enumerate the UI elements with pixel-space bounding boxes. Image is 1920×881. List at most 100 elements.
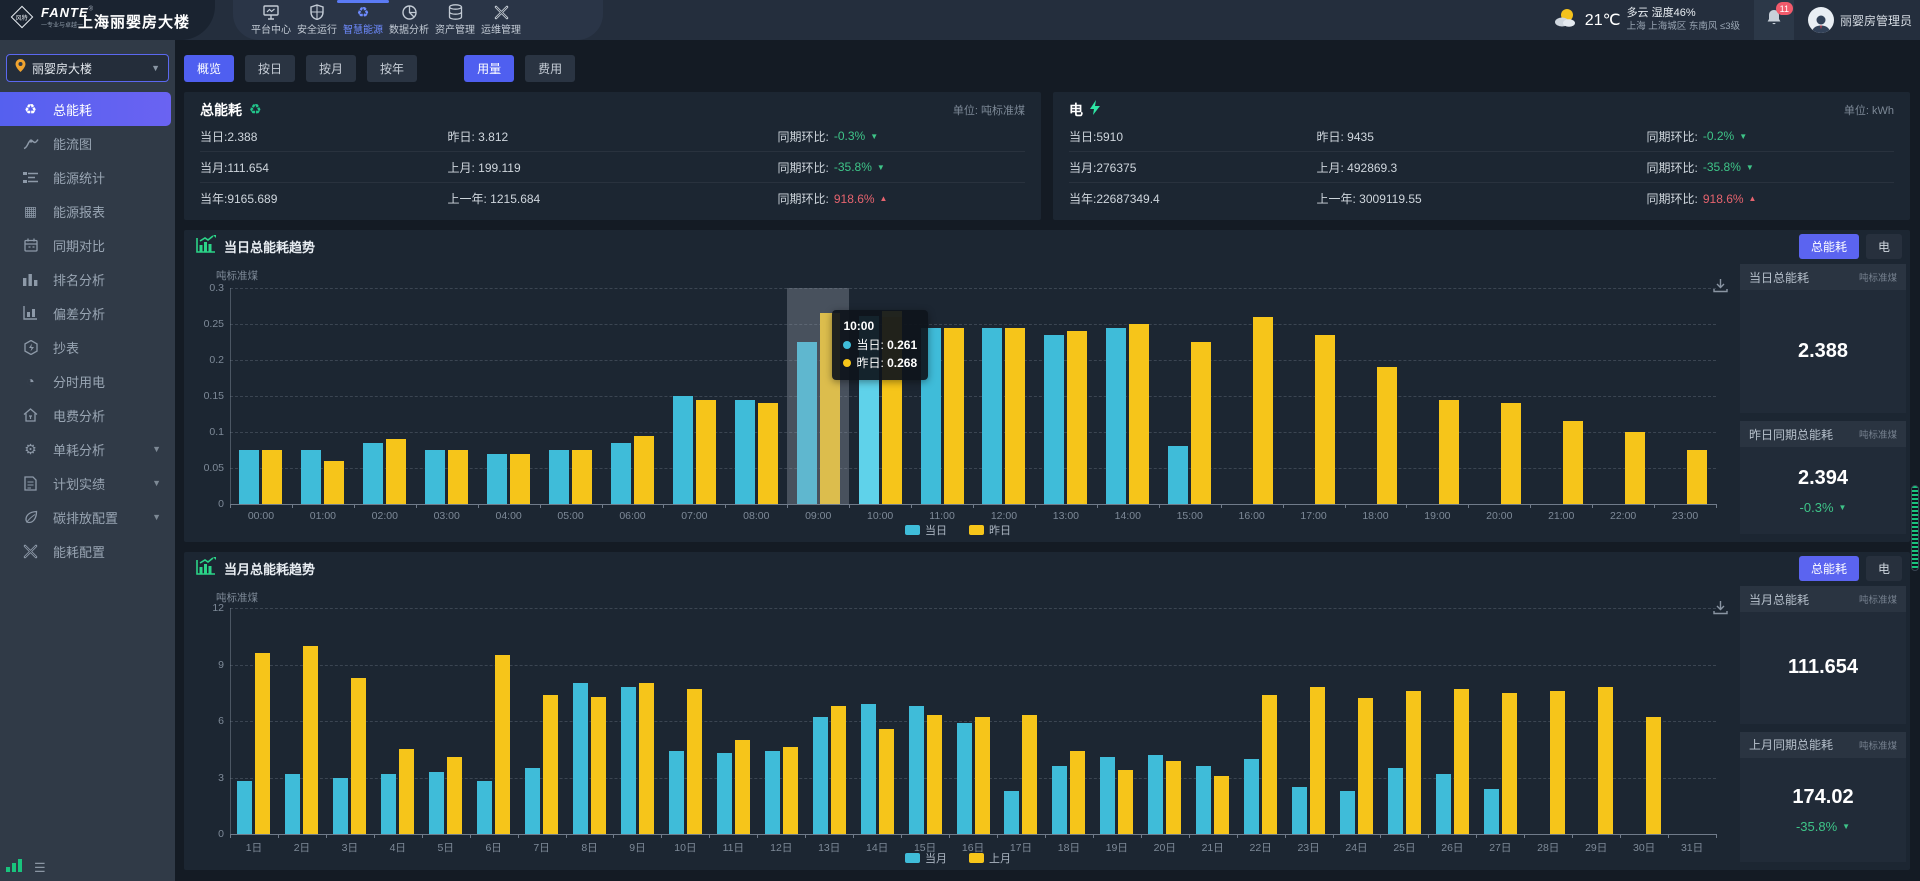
bar-当日-05:00[interactable] xyxy=(549,450,569,504)
bar-当日-12:00[interactable] xyxy=(982,328,1002,504)
bar-当月-7日[interactable] xyxy=(525,768,540,834)
bar-当月-10日[interactable] xyxy=(669,751,684,834)
bar-昨日-16:00[interactable] xyxy=(1253,317,1273,504)
section-button-总能耗[interactable]: 总能耗 xyxy=(1799,556,1859,581)
bar-上月-30日[interactable] xyxy=(1646,717,1661,834)
bar-昨日-23:00[interactable] xyxy=(1687,450,1707,504)
bar-上月-24日[interactable] xyxy=(1358,698,1373,834)
bar-上月-2日[interactable] xyxy=(303,646,318,834)
bar-当月-24日[interactable] xyxy=(1340,791,1355,834)
tab-按月[interactable]: 按月 xyxy=(306,55,356,82)
sidebar-item-能源报表[interactable]: ▦能源报表 xyxy=(0,194,175,228)
bar-昨日-15:00[interactable] xyxy=(1191,342,1211,504)
bar-上月-4日[interactable] xyxy=(399,749,414,834)
bar-昨日-12:00[interactable] xyxy=(1005,328,1025,504)
bar-上月-16日[interactable] xyxy=(975,717,990,834)
legend-item-当日[interactable]: 当日 xyxy=(905,522,947,538)
bar-当月-18日[interactable] xyxy=(1052,766,1067,834)
sidebar-item-能耗配置[interactable]: 能耗配置 xyxy=(0,534,175,568)
bar-当日-03:00[interactable] xyxy=(425,450,445,504)
bar-当月-2日[interactable] xyxy=(285,774,300,834)
bar-当月-5日[interactable] xyxy=(429,772,444,834)
bar-上月-10日[interactable] xyxy=(687,689,702,834)
bar-昨日-17:00[interactable] xyxy=(1315,335,1335,504)
bar-上月-13日[interactable] xyxy=(831,706,846,834)
bar-当日-13:00[interactable] xyxy=(1044,335,1064,504)
bar-昨日-21:00[interactable] xyxy=(1563,421,1583,504)
bar-当日-06:00[interactable] xyxy=(611,443,631,504)
bar-当月-8日[interactable] xyxy=(573,683,588,834)
bar-当月-9日[interactable] xyxy=(621,687,636,834)
bar-当日-00:00[interactable] xyxy=(239,450,259,504)
bar-昨日-07:00[interactable] xyxy=(696,400,716,504)
legend-item-上月[interactable]: 上月 xyxy=(969,850,1011,866)
bar-上月-3日[interactable] xyxy=(351,678,366,834)
green-steps-icon[interactable] xyxy=(6,858,22,877)
sidebar-item-能源统计[interactable]: 能源统计 xyxy=(0,160,175,194)
download-icon[interactable] xyxy=(1713,278,1728,298)
bar-当月-22日[interactable] xyxy=(1244,759,1259,834)
collapse-menu-icon[interactable]: ☰ xyxy=(34,860,46,876)
bar-昨日-04:00[interactable] xyxy=(510,454,530,504)
bar-上月-17日[interactable] xyxy=(1022,715,1037,834)
bar-当日-15:00[interactable] xyxy=(1168,446,1188,504)
bar-上月-12日[interactable] xyxy=(783,747,798,834)
bar-当月-15日[interactable] xyxy=(909,706,924,834)
bar-上月-8日[interactable] xyxy=(591,697,606,834)
nav-item-数据分析[interactable]: 数据分析 xyxy=(386,0,432,40)
bar-上月-22日[interactable] xyxy=(1262,695,1277,834)
bar-当日-02:00[interactable] xyxy=(363,443,383,504)
bar-昨日-22:00[interactable] xyxy=(1625,432,1645,504)
bar-昨日-06:00[interactable] xyxy=(634,436,654,504)
bar-当月-14日[interactable] xyxy=(861,704,876,834)
bar-上月-9日[interactable] xyxy=(639,683,654,834)
bar-昨日-14:00[interactable] xyxy=(1129,324,1149,504)
bar-昨日-00:00[interactable] xyxy=(262,450,282,504)
sidebar-item-偏差分析[interactable]: 偏差分析 xyxy=(0,296,175,330)
bar-当月-12日[interactable] xyxy=(765,751,780,834)
bar-上月-19日[interactable] xyxy=(1118,770,1133,834)
bar-当日-07:00[interactable] xyxy=(673,396,693,504)
chart-daily[interactable]: 吨标准煤00.050.10.150.20.250.300:0001:0002:0… xyxy=(184,262,1732,542)
bar-上月-27日[interactable] xyxy=(1502,693,1517,834)
bar-上月-5日[interactable] xyxy=(447,757,462,834)
section-button-电[interactable]: 电 xyxy=(1866,234,1902,259)
bar-上月-20日[interactable] xyxy=(1166,761,1181,834)
bar-当月-1日[interactable] xyxy=(237,781,252,834)
bar-当月-3日[interactable] xyxy=(333,778,348,835)
bar-当月-11日[interactable] xyxy=(717,753,732,834)
bar-上月-6日[interactable] xyxy=(495,655,510,834)
nav-item-资产管理[interactable]: 资产管理 xyxy=(432,0,478,40)
chart-monthly[interactable]: 吨标准煤0369121日2日3日4日5日6日7日8日9日10日11日12日13日… xyxy=(184,584,1732,870)
tab-按年[interactable]: 按年 xyxy=(367,55,417,82)
bar-昨日-05:00[interactable] xyxy=(572,450,592,504)
tab-用量[interactable]: 用量 xyxy=(464,55,514,82)
tab-概览[interactable]: 概览 xyxy=(184,55,234,82)
bar-当月-6日[interactable] xyxy=(477,781,492,834)
bar-当日-14:00[interactable] xyxy=(1106,328,1126,504)
sidebar-item-单耗分析[interactable]: ⚙单耗分析▼ xyxy=(0,432,175,466)
bar-上月-14日[interactable] xyxy=(879,729,894,834)
download-icon[interactable] xyxy=(1713,600,1728,620)
bar-昨日-18:00[interactable] xyxy=(1377,367,1397,504)
nav-item-运维管理[interactable]: 运维管理 xyxy=(478,0,524,40)
bar-昨日-11:00[interactable] xyxy=(944,328,964,504)
nav-item-智慧能源[interactable]: ♻智慧能源 xyxy=(340,0,386,40)
bar-当月-19日[interactable] xyxy=(1100,757,1115,834)
bar-上月-7日[interactable] xyxy=(543,695,558,834)
bar-当月-20日[interactable] xyxy=(1148,755,1163,834)
bar-昨日-01:00[interactable] xyxy=(324,461,344,504)
sidebar-item-电费分析[interactable]: 电费分析 xyxy=(0,398,175,432)
bar-上月-21日[interactable] xyxy=(1214,776,1229,834)
bar-上月-29日[interactable] xyxy=(1598,687,1613,834)
bar-昨日-03:00[interactable] xyxy=(448,450,468,504)
bar-当月-27日[interactable] xyxy=(1484,789,1499,834)
sidebar-item-总能耗[interactable]: ♻总能耗 xyxy=(0,92,171,126)
content-scrollbar[interactable] xyxy=(1911,485,1919,571)
notification-bell-button[interactable]: 11 xyxy=(1754,0,1794,40)
bar-当月-25日[interactable] xyxy=(1388,768,1403,834)
bar-当日-08:00[interactable] xyxy=(735,400,755,504)
bar-当月-21日[interactable] xyxy=(1196,766,1211,834)
sidebar-item-排名分析[interactable]: 排名分析 xyxy=(0,262,175,296)
user-menu[interactable]: 丽婴房管理员 xyxy=(1808,7,1912,33)
